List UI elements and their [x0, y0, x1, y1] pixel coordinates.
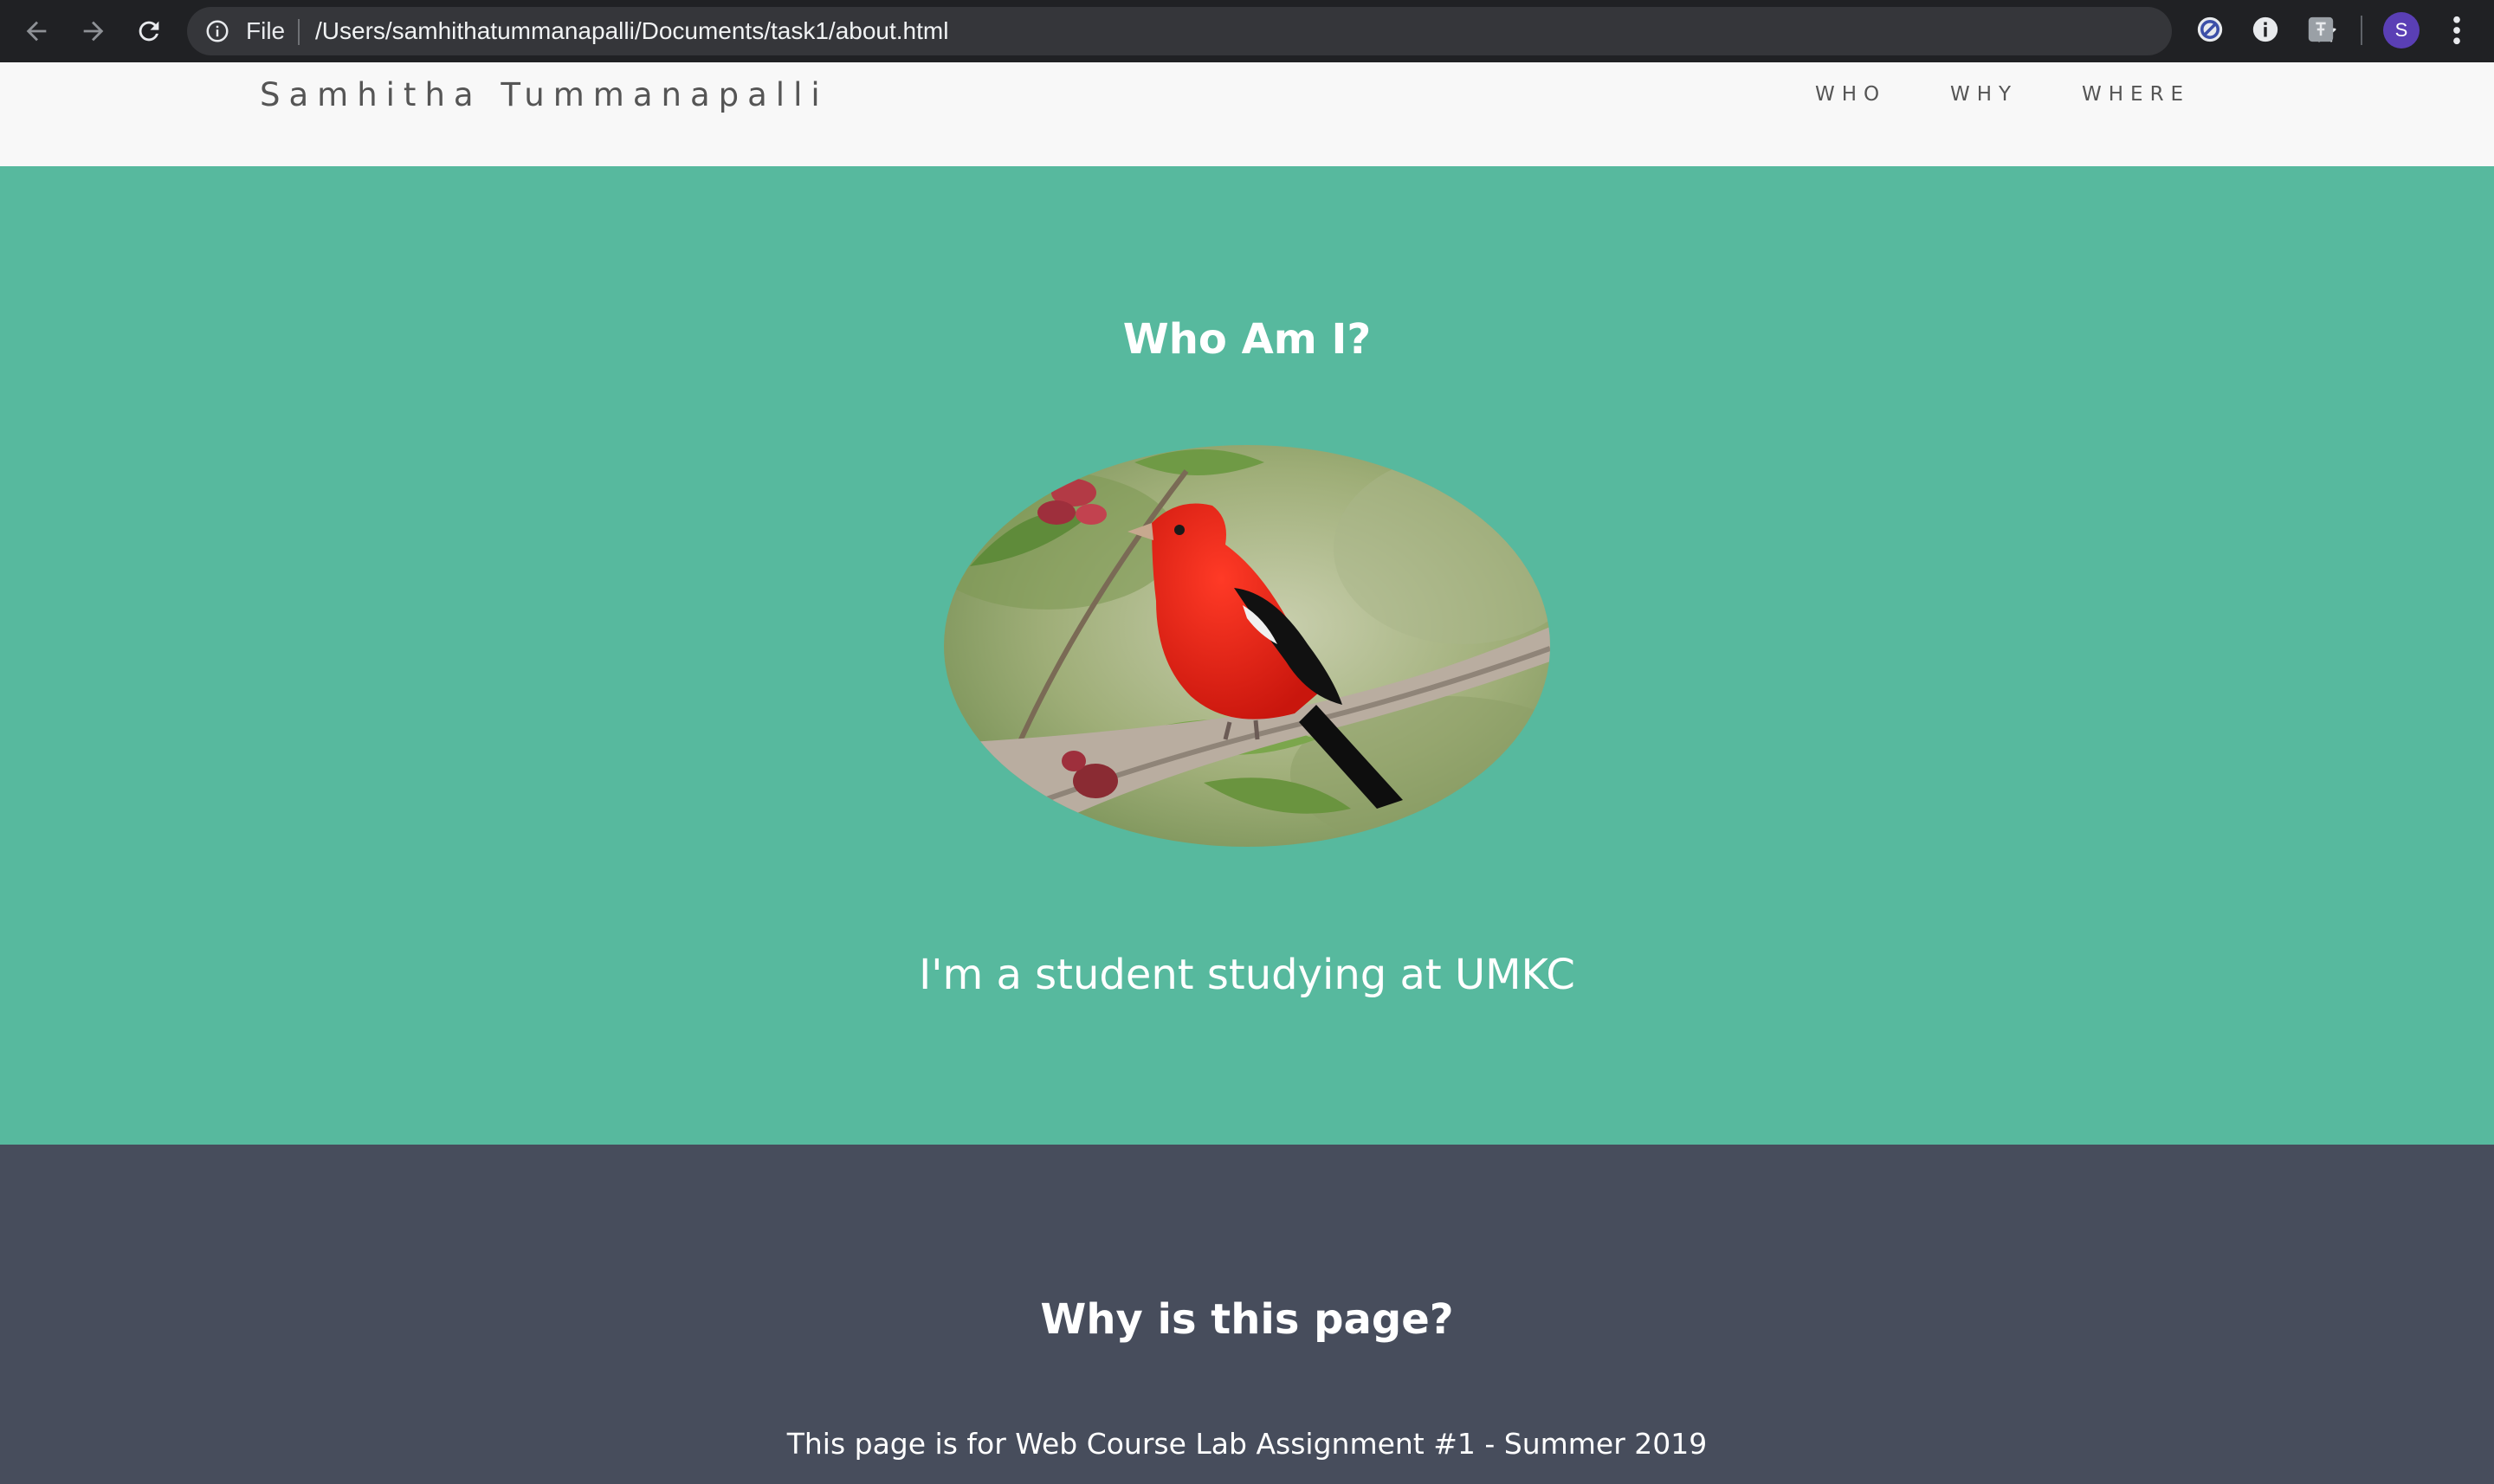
menu-icon[interactable]	[2444, 12, 2470, 48]
translate-extension-button[interactable]	[2305, 14, 2336, 45]
nav-link-where[interactable]: WHERE	[2082, 83, 2190, 106]
address-bar[interactable]: File /Users/samhithatummanapalli/Documen…	[187, 7, 2336, 55]
forward-icon	[83, 21, 104, 42]
url-scheme-label: File	[246, 17, 286, 44]
back-icon	[26, 21, 47, 42]
back-button[interactable]	[17, 12, 55, 50]
bird-image	[944, 445, 1550, 847]
browser-toolbar: File /Users/samhithatummanapalli/Documen…	[0, 0, 2494, 62]
reload-icon	[139, 21, 159, 42]
info-extension-button[interactable]	[2250, 14, 2281, 45]
why-description: This page is for Web Course Lab Assignme…	[786, 1427, 1708, 1461]
profile-avatar[interactable]: S	[2383, 12, 2420, 48]
nav-link-why[interactable]: WHY	[1950, 83, 2018, 106]
why-title: Why is this page?	[1040, 1295, 1454, 1344]
who-description: I'm a student studying at UMKC	[919, 951, 1575, 999]
block-extension-button[interactable]	[2194, 14, 2226, 45]
site-brand[interactable]: Samhitha Tummanapalli	[260, 76, 829, 113]
who-section: Who Am I? I'm a student studying at UMKC	[0, 166, 2494, 1145]
who-title: Who Am I?	[1122, 315, 1372, 364]
nav-link-who[interactable]: WHO	[1815, 83, 1886, 106]
block-extension-icon	[2197, 16, 2223, 42]
site-header: Samhitha Tummanapalli WHO WHY WHERE	[0, 62, 2494, 166]
reload-button[interactable]	[130, 12, 168, 50]
translate-extension-icon	[2308, 16, 2334, 42]
info-extension-icon	[2252, 16, 2278, 42]
url-separator	[298, 19, 300, 45]
toolbar-divider	[2361, 16, 2362, 45]
url-text[interactable]: /Users/samhithatummanapalli/Documents/ta…	[315, 7, 948, 55]
info-icon[interactable]	[204, 18, 230, 44]
why-section: Why is this page? This page is for Web C…	[0, 1145, 2494, 1484]
forward-button[interactable]	[74, 12, 113, 50]
